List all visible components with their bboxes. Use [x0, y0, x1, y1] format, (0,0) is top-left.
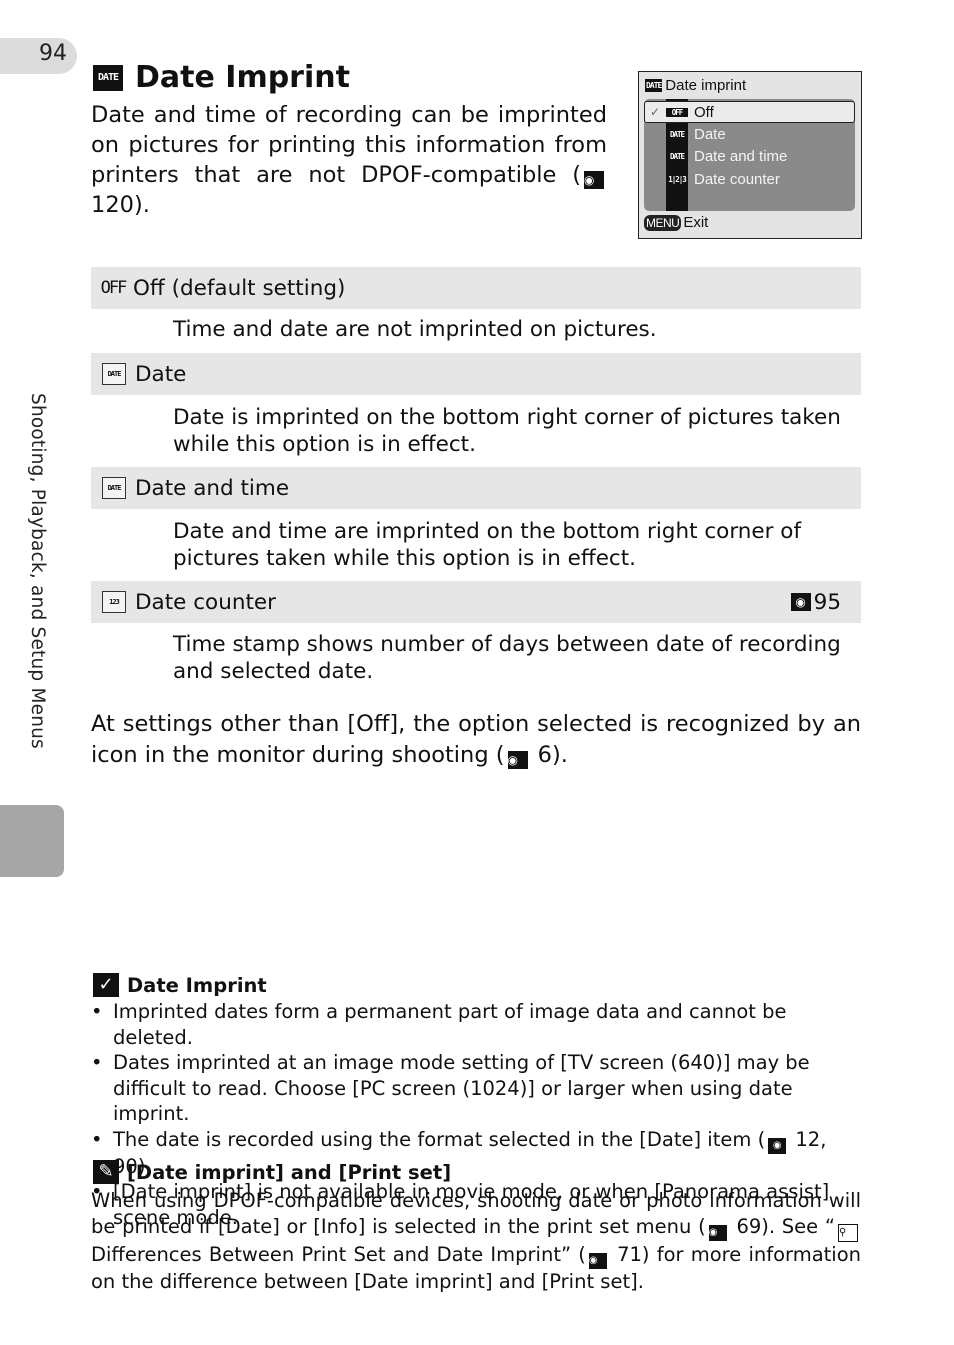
intro-text: Date and time of recording can be imprin…: [91, 102, 607, 188]
page-number: 94: [39, 41, 67, 66]
date-icon: DATE: [645, 79, 662, 92]
screen-menu-item-date-and-time[interactable]: DATE Date and time: [644, 146, 855, 166]
caution-check-icon: ✓: [93, 973, 119, 997]
menu-item-label: Date: [694, 125, 726, 143]
intro-paragraph: Date and time of recording can be imprin…: [91, 100, 607, 220]
page-reference-icon: ◉: [790, 593, 811, 611]
page-reference-icon: ◉: [708, 1224, 727, 1241]
tip-title: [Date imprint] and [Print set]: [127, 1160, 452, 1184]
caution-heading: ✓ Date Imprint: [93, 973, 267, 997]
page-reference-icon: ◉: [584, 171, 604, 189]
page-reference-icon: ◉: [588, 1252, 607, 1269]
screen-menu-item-date[interactable]: DATE Date: [644, 124, 855, 144]
option-label: Date: [135, 361, 187, 387]
option-header-off: OFF Off (default setting): [91, 267, 861, 309]
tip-paragraph: When using DPOF-compatible devices, shoo…: [91, 1188, 861, 1294]
section-side-label: Shooting, Playback, and Setup Menus: [22, 393, 52, 793]
menu-item-label: Date and time: [694, 147, 788, 165]
option-header-date: DATE Date: [91, 353, 861, 395]
date-imprint-icon: DATE: [93, 64, 123, 91]
option-header-date-and-time: DATE Date and time: [91, 467, 861, 509]
option-label: Date and time: [135, 475, 290, 501]
screen-menu-panel: ✓ OFF Off DATE Date DATE Date and time 1…: [644, 99, 855, 211]
page-reference-icon: ◉: [768, 1137, 787, 1154]
screen-footer: MENU Exit: [644, 214, 708, 231]
list-item-text: The date is recorded using the format se…: [113, 1127, 766, 1151]
screen-menu-item-date-counter[interactable]: 1|2|3 Date counter: [644, 169, 855, 189]
off-icon: OFF: [100, 278, 128, 298]
tip-text[interactable]: Differences Between Print Set and Date I…: [91, 1243, 586, 1266]
date-icon: DATE: [102, 363, 126, 385]
pencil-note-icon: ✎: [93, 1160, 119, 1184]
caution-title: Date Imprint: [127, 973, 267, 997]
tip-heading: ✎ [Date imprint] and [Print set]: [93, 1160, 451, 1184]
section-thumb-tab: [0, 805, 64, 877]
screen-title: DATE Date imprint: [645, 77, 746, 94]
magnifier-icon: ⚲: [838, 1223, 858, 1242]
page-title: Date Imprint: [135, 60, 350, 95]
list-item: Imprinted dates form a permanent part of…: [91, 999, 861, 1050]
settings-note-ref[interactable]: 6).: [531, 742, 568, 768]
option-label: Date counter: [135, 589, 276, 615]
date-icon: DATE: [669, 129, 685, 139]
menu-item-label: Off: [694, 103, 714, 121]
camera-menu-screenshot: DATE Date imprint ✓ OFF Off DATE Date DA…: [638, 71, 862, 239]
date-time-icon: DATE: [102, 477, 126, 499]
option-description-date-and-time: Date and time are imprinted on the botto…: [173, 519, 802, 571]
settings-note-paragraph: At settings other than [Off], the option…: [91, 709, 861, 771]
page-number-tab: 94: [0, 38, 77, 74]
reference-page: 95: [813, 589, 841, 615]
date-time-icon: DATE: [669, 151, 685, 161]
tip-text[interactable]: 69). See “: [730, 1215, 835, 1238]
page-title-row: DATE Date Imprint: [93, 60, 350, 95]
intro-ref-page[interactable]: 120).: [91, 192, 150, 218]
date-counter-icon: 123: [102, 591, 126, 613]
settings-note-text: At settings other than [Off], the option…: [91, 711, 861, 768]
menu-item-label: Date counter: [694, 170, 780, 188]
check-icon: ✓: [649, 105, 661, 119]
option-description-date-counter: Time stamp shows number of days between …: [173, 632, 841, 684]
option-label: Off (default setting): [133, 275, 346, 301]
page-reference[interactable]: ◉ 95: [788, 590, 841, 615]
page-reference-icon: ◉: [507, 751, 528, 769]
section-label-text: Shooting, Playback, and Setup Menus: [27, 393, 48, 749]
option-description-date: Date is imprinted on the bottom right co…: [173, 405, 841, 457]
off-icon: OFF: [666, 107, 688, 117]
menu-button-icon: MENU: [644, 214, 682, 231]
screen-title-text: Date imprint: [665, 77, 747, 94]
option-description-off: Time and date are not imprinted on pictu…: [173, 317, 657, 342]
exit-label: Exit: [683, 214, 709, 231]
list-item: Dates imprinted at an image mode setting…: [91, 1050, 861, 1127]
screen-menu-item-off[interactable]: ✓ OFF Off: [644, 101, 855, 123]
date-counter-icon: 1|2|3: [668, 174, 687, 184]
option-header-date-counter: 123 Date counter ◉ 95: [91, 581, 861, 623]
